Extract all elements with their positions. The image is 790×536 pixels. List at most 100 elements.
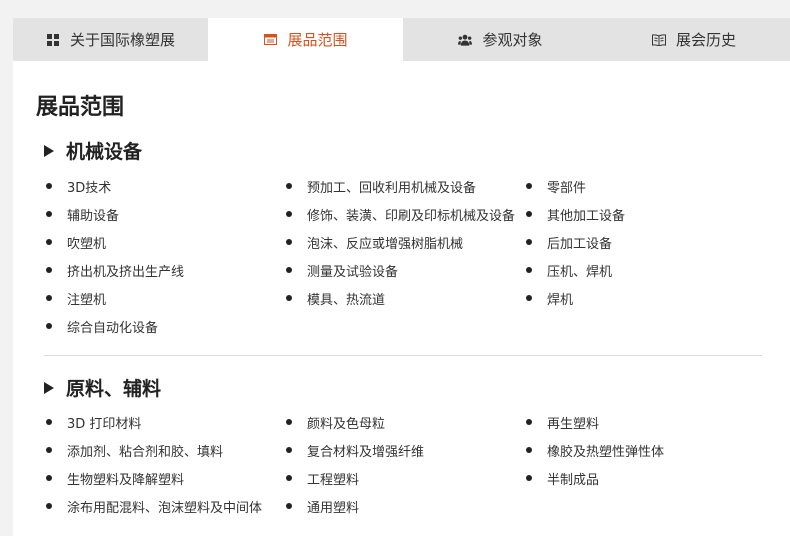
list-item: 预加工、回收利用机械及设备: [286, 172, 526, 200]
bullet-icon: [46, 419, 52, 425]
list-item: 涂布用配混料、泡沫塑料及中间体: [46, 492, 286, 520]
list-item-label: 预加工、回收利用机械及设备: [307, 180, 477, 196]
section-title: 机械设备: [66, 141, 143, 163]
list-item: 泡沫、反应或增强树脂机械: [286, 228, 526, 256]
list-item: 颜料及色母粒: [286, 408, 526, 436]
bullet-icon: [286, 267, 292, 273]
page-title: 展品范围: [36, 95, 125, 120]
list-item: 工程塑料: [286, 464, 526, 492]
list-item: 修饰、装潢、印刷及印标机械及设备: [286, 200, 526, 228]
bullet-icon: [286, 419, 292, 425]
section-heading-machinery: 机械设备: [44, 137, 142, 164]
tab-bar: 关于国际橡塑展 展品范围 参观对象 展会历史: [13, 18, 790, 61]
triangle-right-icon: [44, 381, 54, 394]
list-item-label: 3D 打印材料: [67, 416, 142, 432]
list-item-label: 注塑机: [67, 292, 107, 308]
bullet-icon: [46, 323, 52, 329]
list-item-label: 零部件: [547, 180, 587, 196]
list-item-label: 辅助设备: [67, 208, 120, 224]
bullet-icon: [526, 419, 532, 425]
tab-history[interactable]: 展会历史: [598, 18, 790, 61]
list-item-label: 修饰、装潢、印刷及印标机械及设备: [307, 208, 516, 224]
bullet-icon: [526, 267, 532, 273]
bullet-icon: [286, 475, 292, 481]
list-item: 橡胶及热塑性弹性体: [526, 436, 766, 464]
list-item: 生物塑料及降解塑料: [46, 464, 286, 492]
bullet-icon: [286, 211, 292, 217]
book-icon: [651, 33, 666, 47]
list-item-label: 泡沫、反应或增强树脂机械: [307, 236, 464, 252]
divider: [44, 355, 762, 356]
bullet-icon: [286, 295, 292, 301]
list-item: 其他加工设备: [526, 200, 766, 228]
bullet-icon: [286, 447, 292, 453]
list-item-label: 工程塑料: [307, 472, 360, 488]
bullet-icon: [526, 447, 532, 453]
tab-label: 关于国际橡塑展: [69, 31, 175, 49]
list-item-label: 通用塑料: [307, 500, 360, 516]
list-item: 压机、焊机: [526, 256, 766, 284]
list-item-label: 半制成品: [547, 472, 600, 488]
triangle-right-icon: [44, 144, 54, 157]
bullet-icon: [46, 239, 52, 245]
bullet-icon: [286, 239, 292, 245]
bullet-icon: [286, 503, 292, 509]
list-item: 辅助设备: [46, 200, 286, 228]
list-item-label: 橡胶及热塑性弹性体: [547, 444, 665, 460]
bullet-icon: [46, 475, 52, 481]
calendar-icon: [263, 33, 277, 47]
list-item-label: 再生塑料: [547, 416, 600, 432]
list-item: 半制成品: [526, 464, 766, 492]
bullet-icon: [46, 447, 52, 453]
list-item-label: 生物塑料及降解塑料: [67, 472, 185, 488]
tab-label: 展会历史: [675, 31, 736, 49]
tab-label: 参观对象: [482, 31, 543, 49]
list-item: 零部件: [526, 172, 766, 200]
list-item: 吹塑机: [46, 228, 286, 256]
list-item: 焊机: [526, 284, 766, 312]
bullet-icon: [526, 183, 532, 189]
list-item-label: 吹塑机: [67, 236, 107, 252]
list-item: 注塑机: [46, 284, 286, 312]
bullet-icon: [526, 475, 532, 481]
list-item-label: 颜料及色母粒: [307, 416, 386, 432]
bullet-icon: [46, 295, 52, 301]
list-item: 再生塑料: [526, 408, 766, 436]
list-item-label: 复合材料及增强纤维: [307, 444, 425, 460]
tab-about[interactable]: 关于国际橡塑展: [13, 18, 208, 61]
list-item-label: 3D技术: [67, 180, 112, 196]
users-icon: [458, 33, 473, 47]
content-panel: 展品范围 机械设备 3D技术 预加工、回收利用机械及设备 零部件辅助设备 修饰、装潢、…: [13, 61, 790, 536]
tab-visitors[interactable]: 参观对象: [403, 18, 598, 61]
bullet-icon: [46, 183, 52, 189]
list-item-label: 综合自动化设备: [67, 320, 159, 336]
bullet-icon: [46, 267, 52, 273]
list-item-label: 添加剂、粘合剂和胶、填料: [67, 444, 224, 460]
list-item: 通用塑料: [286, 492, 526, 520]
list-item-label: 模具、热流道: [307, 292, 386, 308]
grid-icon: [46, 33, 60, 47]
list-item: 3D技术: [46, 172, 286, 200]
machinery-list: 3D技术 预加工、回收利用机械及设备 零部件辅助设备 修饰、装潢、印刷及印标机械及设备…: [46, 172, 766, 340]
list-item-label: 涂布用配混料、泡沫塑料及中间体: [67, 500, 263, 516]
list-item-label: 后加工设备: [547, 236, 613, 252]
list-item: 3D 打印材料: [46, 408, 286, 436]
list-item: 挤出机及挤出生产线: [46, 256, 286, 284]
tab-exhibit-scope[interactable]: 展品范围: [208, 18, 403, 61]
list-item: 添加剂、粘合剂和胶、填料: [46, 436, 286, 464]
list-item-label: 测量及试验设备: [307, 264, 399, 280]
list-item: 综合自动化设备: [46, 312, 286, 340]
section-heading-materials: 原料、辅料: [44, 374, 161, 401]
list-item: 模具、热流道: [286, 284, 526, 312]
list-item-label: 其他加工设备: [547, 208, 626, 224]
list-item-label: 挤出机及挤出生产线: [67, 264, 185, 280]
materials-list: 3D 打印材料 颜料及色母粒 再生塑料添加剂、粘合剂和胶、填料 复合材料及增强纤维 橡胶…: [46, 408, 766, 520]
list-item: 复合材料及增强纤维: [286, 436, 526, 464]
tab-label: 展品范围: [287, 31, 348, 49]
bullet-icon: [46, 503, 52, 509]
section-title: 原料、辅料: [66, 378, 162, 400]
bullet-icon: [526, 211, 532, 217]
list-item-label: 焊机: [547, 292, 574, 308]
list-item-label: 压机、焊机: [547, 264, 613, 280]
list-item: 测量及试验设备: [286, 256, 526, 284]
